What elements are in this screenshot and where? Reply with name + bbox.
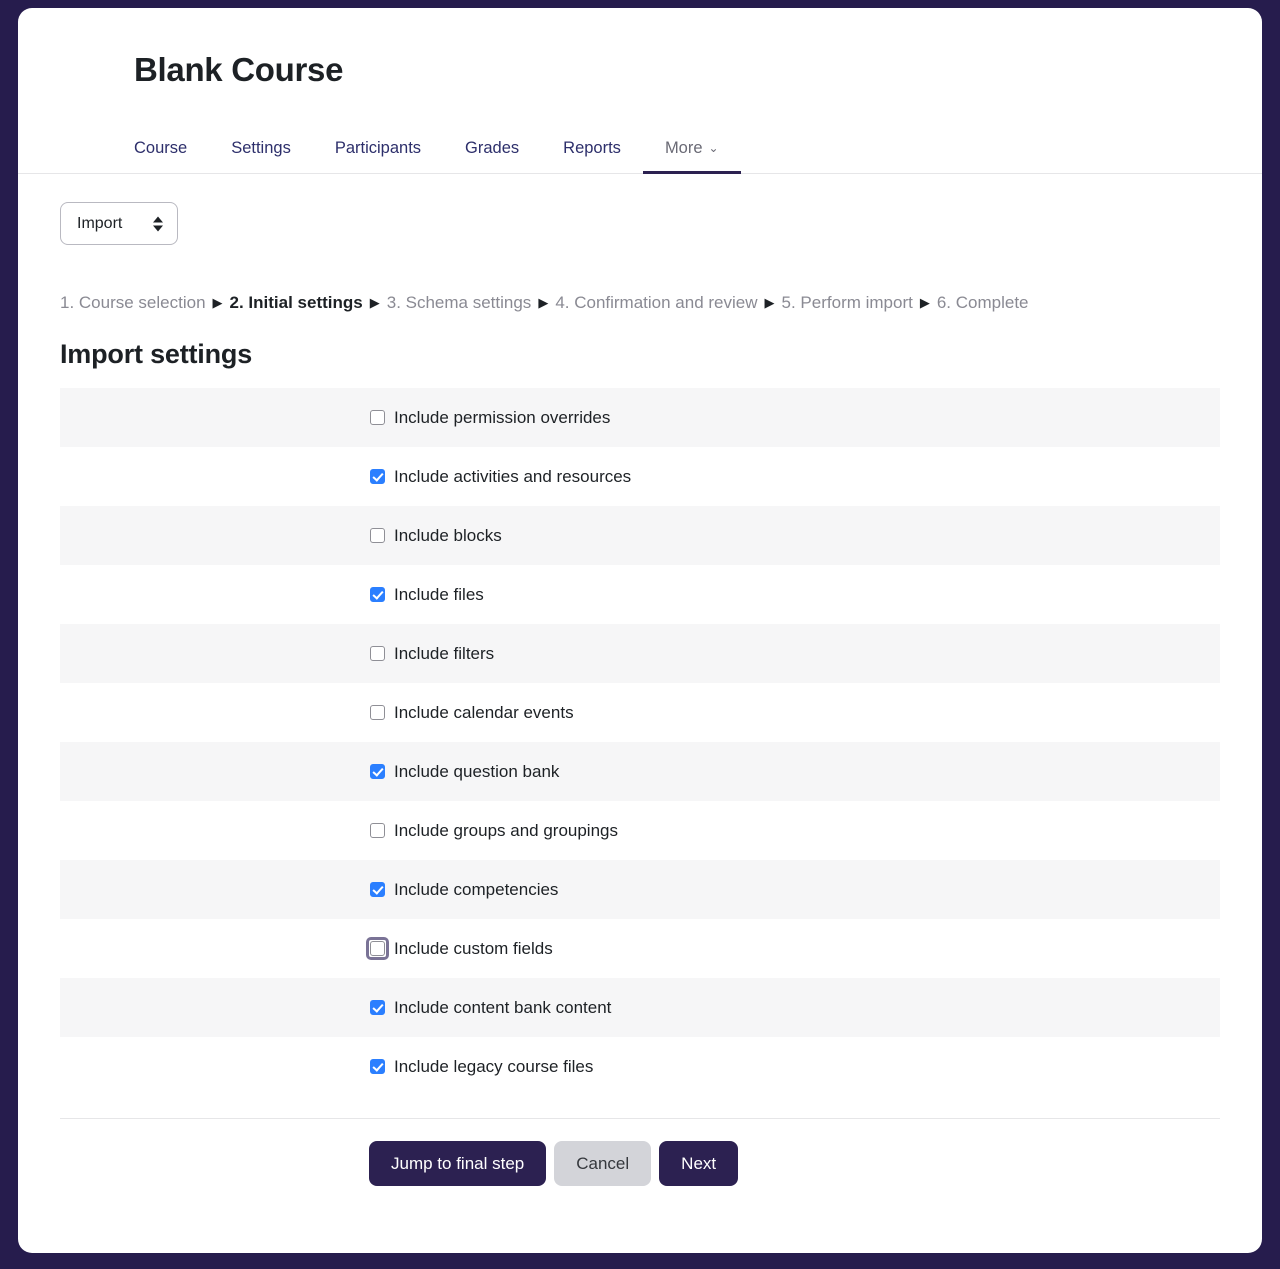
jump-menu-select[interactable]: Import <box>60 202 178 246</box>
checkbox-include-filters[interactable] <box>370 646 385 662</box>
checkbox-label[interactable]: Include filters <box>394 645 494 662</box>
checkbox-label[interactable]: Include calendar events <box>394 704 574 721</box>
checkbox-wrapper <box>369 527 386 544</box>
page-card: Blank Course Course Settings Participants G… <box>18 8 1262 1253</box>
setting-row: Include files <box>60 565 1220 625</box>
breadcrumb-step: 1. Course selection <box>60 293 206 313</box>
course-header: Blank Course <box>18 8 1262 88</box>
checkbox-label[interactable]: Include competencies <box>394 881 558 898</box>
section-title: Import settings <box>60 339 253 370</box>
tab-label: Grades <box>465 138 520 157</box>
setting-row: Include blocks <box>60 506 1220 566</box>
tab-label: More <box>664 138 703 157</box>
checkbox-wrapper <box>369 409 386 426</box>
checkbox-include-blocks[interactable] <box>370 528 385 544</box>
checkbox-include-content-bank-content[interactable] <box>370 1000 385 1016</box>
breadcrumb-separator-icon: ▶ <box>764 295 775 311</box>
checkbox-wrapper <box>369 763 386 780</box>
checkbox-label[interactable]: Include files <box>394 586 484 603</box>
cancel-button[interactable]: Cancel <box>554 1141 652 1187</box>
checkbox-wrapper <box>369 468 386 485</box>
tab-label: Settings <box>231 138 291 157</box>
footer-divider <box>60 1118 1220 1120</box>
tab-settings[interactable]: Settings <box>209 140 313 175</box>
setting-row: Include filters <box>60 624 1220 684</box>
tab-course[interactable]: Course <box>134 140 209 175</box>
checkbox-label[interactable]: Include activities and resources <box>394 468 631 485</box>
checkbox-wrapper <box>369 881 386 898</box>
checkbox-include-question-bank[interactable] <box>370 764 385 780</box>
setting-row: Include content bank content <box>60 978 1220 1038</box>
jump-menu-wrapper: Import <box>60 202 178 246</box>
breadcrumb-step: 3. Schema settings <box>386 293 532 313</box>
checkbox-label[interactable]: Include content bank content <box>394 999 611 1016</box>
checkbox-wrapper <box>369 645 386 662</box>
import-settings-list: Include permission overrides Include acti… <box>60 388 1220 1097</box>
checkbox-label[interactable]: Include question bank <box>394 763 559 780</box>
setting-row: Include question bank <box>60 742 1220 802</box>
checkbox-include-groups-and-groupings[interactable] <box>370 823 385 839</box>
breadcrumb-separator-icon: ▶ <box>538 295 549 311</box>
breadcrumb-step: 5. Perform import <box>781 293 913 313</box>
setting-row: Include competencies <box>60 860 1220 920</box>
checkbox-include-legacy-course-files[interactable] <box>370 1059 385 1075</box>
breadcrumb-step: 6. Complete <box>936 293 1029 313</box>
breadcrumb-step-current: 2. Initial settings <box>229 293 363 313</box>
breadcrumb-step: 4. Confirmation and review <box>555 293 758 313</box>
setting-row: Include groups and groupings <box>60 801 1220 861</box>
tab-label: Reports <box>563 138 621 157</box>
tab-reports[interactable]: Reports <box>541 140 643 175</box>
checkbox-wrapper <box>369 704 386 721</box>
checkbox-include-calendar-events[interactable] <box>370 705 385 721</box>
form-action-buttons: Jump to final step Cancel Next <box>40 1141 1240 1187</box>
next-button[interactable]: Next <box>659 1141 739 1187</box>
checkbox-include-activities-and-resources[interactable] <box>370 469 385 485</box>
checkbox-include-files[interactable] <box>370 587 385 603</box>
checkbox-wrapper <box>369 1058 386 1075</box>
setting-row: Include legacy course files <box>60 1037 1220 1097</box>
tab-more[interactable]: More ⌄ <box>642 138 741 175</box>
tab-participants[interactable]: Participants <box>313 140 443 175</box>
checkbox-wrapper <box>369 822 386 839</box>
tab-label: Participants <box>334 138 422 157</box>
course-nav-tabs: Course Settings Participants Grades Reports M… <box>18 122 1262 175</box>
breadcrumb-separator-icon: ▶ <box>369 295 380 311</box>
checkbox-label[interactable]: Include permission overrides <box>394 409 610 426</box>
chevron-down-icon: ⌄ <box>708 140 719 155</box>
breadcrumb-separator-icon: ▶ <box>919 295 930 311</box>
setting-row: Include calendar events <box>60 683 1220 743</box>
breadcrumb-separator-icon: ▶ <box>212 295 223 311</box>
checkbox-wrapper <box>369 999 386 1016</box>
checkbox-label[interactable]: Include legacy course files <box>394 1058 593 1075</box>
checkbox-wrapper <box>366 937 389 961</box>
checkbox-wrapper <box>369 586 386 603</box>
checkbox-label[interactable]: Include blocks <box>394 527 502 544</box>
setting-row: Include custom fields <box>60 919 1220 979</box>
tab-label: Course <box>134 138 188 157</box>
checkbox-include-custom-fields[interactable] <box>370 941 385 957</box>
checkbox-label[interactable]: Include custom fields <box>394 940 553 957</box>
checkbox-include-permission-overrides[interactable] <box>370 410 385 426</box>
breadcrumb: 1. Course selection ▶ 2. Initial settings ▶… <box>60 291 1240 315</box>
main-content: Import 1. Course selection ▶ 2. Initial se… <box>18 174 1262 1187</box>
tab-grades[interactable]: Grades <box>443 140 541 175</box>
page-title: Blank Course <box>134 51 344 88</box>
jump-to-final-step-button[interactable]: Jump to final step <box>369 1141 547 1187</box>
checkbox-include-competencies[interactable] <box>370 882 385 898</box>
setting-row: Include activities and resources <box>60 447 1220 507</box>
checkbox-label[interactable]: Include groups and groupings <box>394 822 618 839</box>
setting-row: Include permission overrides <box>60 388 1220 448</box>
